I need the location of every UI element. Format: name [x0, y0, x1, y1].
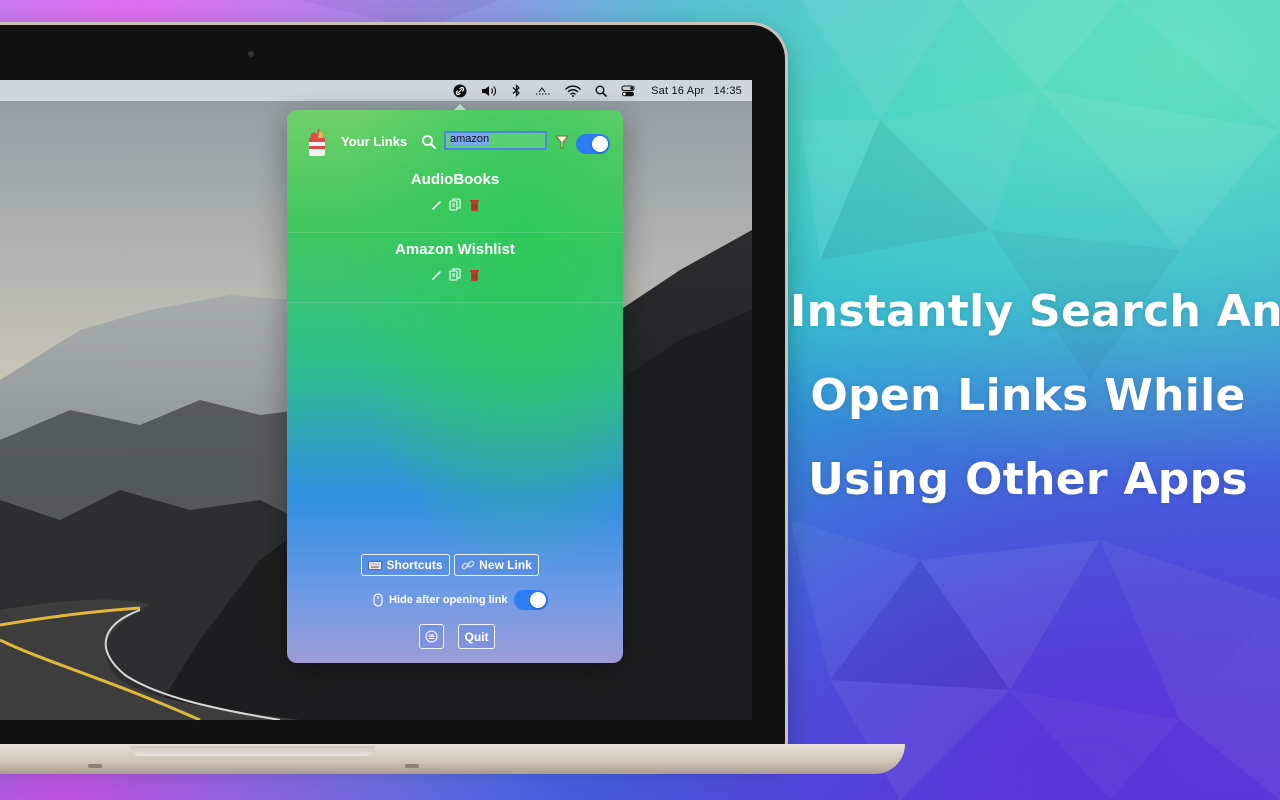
search-input[interactable]: amazon	[444, 131, 547, 150]
volume-icon[interactable]	[474, 80, 505, 101]
wifi-icon[interactable]	[558, 80, 588, 101]
menu-bar: Sat 16 Apr 14:35	[0, 80, 752, 101]
mouse-icon	[373, 593, 383, 607]
link-icon	[461, 560, 475, 570]
keyboard-icon	[368, 560, 383, 570]
bluetooth-icon[interactable]	[505, 80, 528, 101]
shortcuts-label: Shortcuts	[386, 558, 443, 572]
hide-after-opening-toggle[interactable]	[513, 590, 548, 610]
link-app-icon[interactable]	[446, 80, 474, 101]
row-actions	[287, 198, 623, 212]
control-center-icon[interactable]	[614, 80, 642, 101]
filter-icon[interactable]	[555, 134, 569, 150]
filter-toggle[interactable]	[576, 134, 610, 154]
menu-date: Sat 16 Apr	[651, 84, 705, 97]
menu-time: 14:35	[713, 84, 742, 97]
search-icon	[422, 135, 436, 149]
new-link-label: New Link	[479, 558, 532, 572]
headline-line: Instantly Search And	[790, 286, 1280, 337]
link-name: Amazon Wishlist	[395, 241, 515, 258]
laptop-foot	[405, 764, 419, 768]
delete-icon[interactable]	[468, 198, 481, 212]
copy-icon[interactable]	[449, 268, 462, 282]
hide-after-opening-label: Hide after opening link	[389, 594, 508, 606]
activity-icon[interactable]	[528, 80, 558, 101]
delete-icon[interactable]	[468, 268, 481, 282]
row-actions	[287, 268, 623, 282]
laptop-notch	[130, 746, 375, 756]
link-item[interactable]: Amazon Wishlist	[287, 232, 623, 303]
app-logo-icon	[309, 128, 325, 156]
link-name: AudioBooks	[410, 171, 500, 188]
link-item[interactable]: AudioBooks	[287, 162, 623, 233]
headline-line: Using Other Apps	[808, 454, 1248, 505]
headline: Instantly Search And Open Links While Us…	[790, 270, 1280, 522]
headline-line: Open Links While	[810, 370, 1246, 421]
hide-after-opening-row: Hide after opening link	[373, 590, 548, 610]
search-input-value: amazon	[449, 133, 491, 145]
list-circle-icon	[425, 630, 438, 643]
camera	[248, 51, 254, 57]
copy-icon[interactable]	[449, 198, 462, 212]
links-popover: Your Links amazon AudioBooks Amazon Wish…	[287, 110, 623, 663]
quit-label: Quit	[464, 629, 489, 644]
popover-header: Your Links amazon	[287, 128, 623, 158]
popover-title: Your Links	[341, 134, 408, 149]
laptop-foot	[88, 764, 102, 768]
menu-clock[interactable]: Sat 16 Apr 14:35	[642, 80, 742, 101]
toggle-knob	[592, 136, 608, 152]
edit-icon[interactable]	[430, 198, 443, 212]
edit-icon[interactable]	[430, 268, 443, 282]
new-link-button[interactable]: New Link	[454, 554, 539, 576]
quit-button[interactable]: Quit	[458, 624, 495, 649]
spotlight-icon[interactable]	[588, 80, 614, 101]
menu-button[interactable]	[419, 624, 444, 649]
shortcuts-button[interactable]: Shortcuts	[361, 554, 450, 576]
toggle-knob	[529, 592, 546, 608]
